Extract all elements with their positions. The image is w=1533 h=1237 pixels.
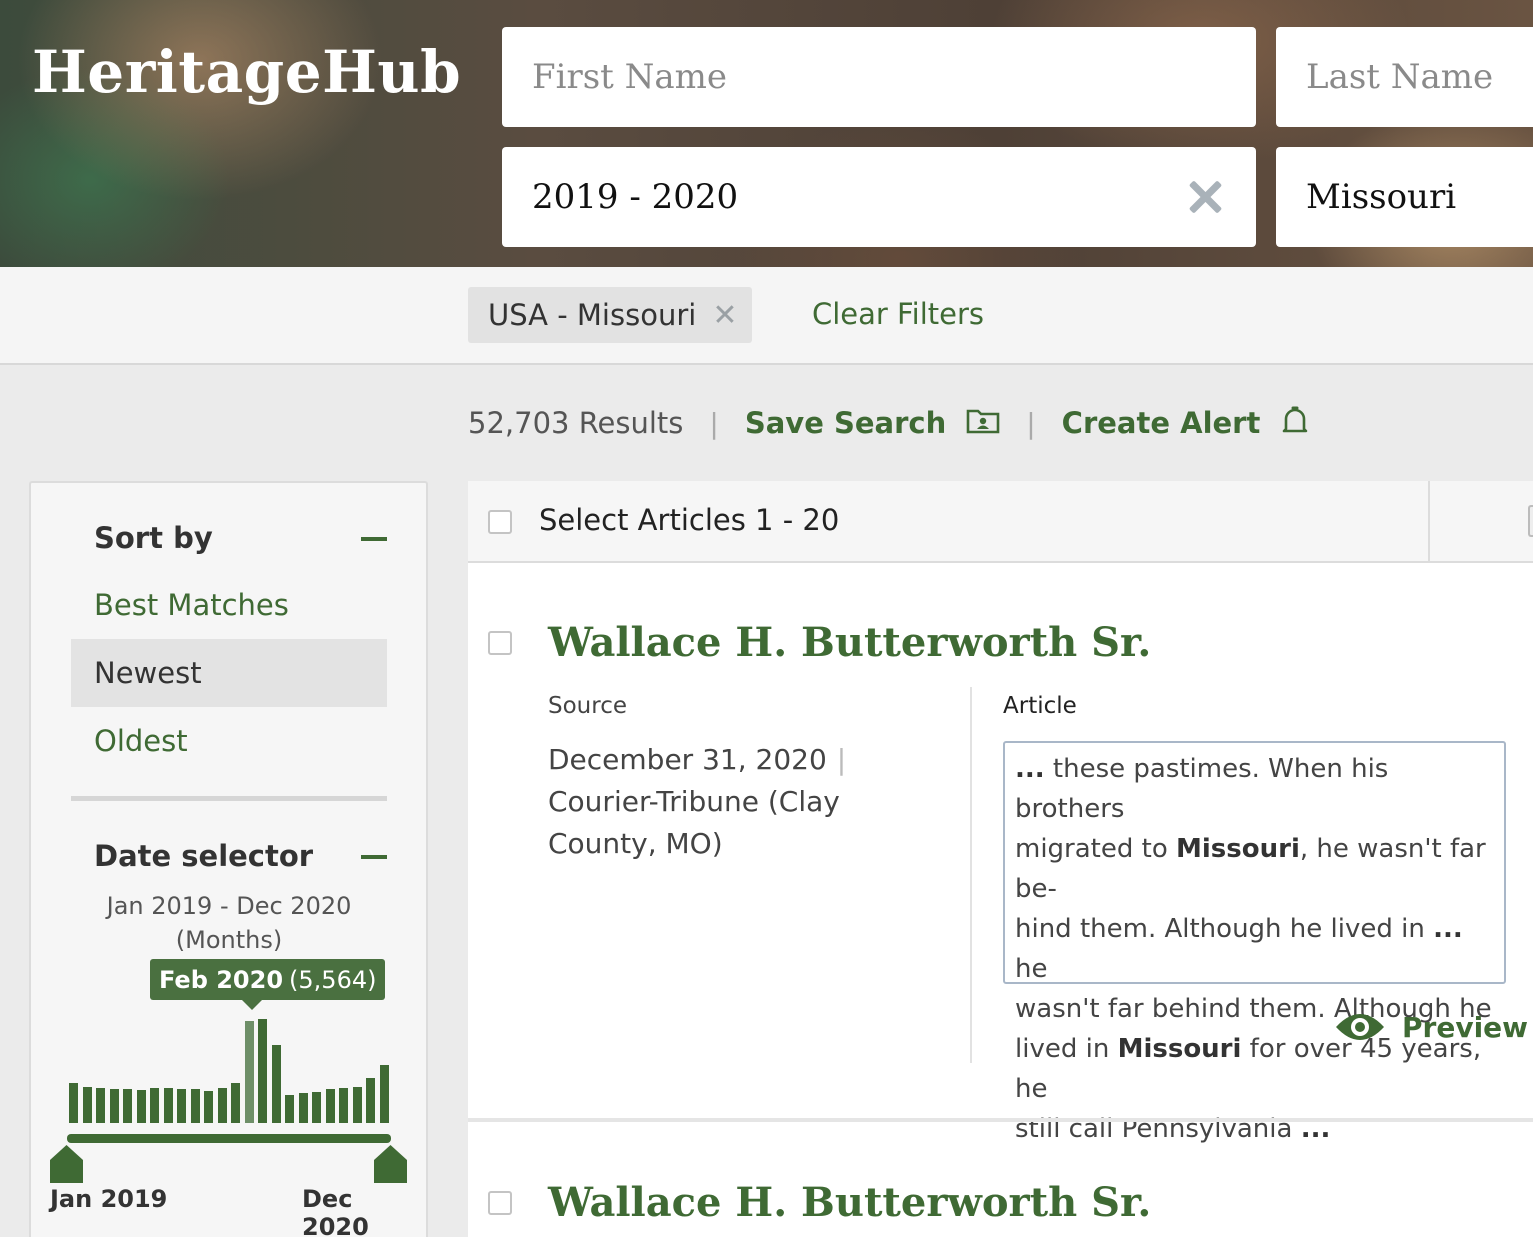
- result-checkbox[interactable]: [488, 631, 512, 655]
- create-alert-link[interactable]: Create Alert: [1062, 406, 1261, 440]
- sort-option-oldest[interactable]: Oldest: [71, 707, 387, 775]
- date-range-text: Jan 2019 - Dec 2020: [106, 892, 352, 920]
- clear-date-icon[interactable]: [1186, 177, 1226, 217]
- results-toolbar: 52,703 Results | Save Search | Create Al…: [468, 400, 1310, 446]
- histogram-bar[interactable]: [258, 1019, 267, 1123]
- tooltip-month: Feb 2020: [159, 965, 284, 994]
- last-name-input[interactable]: [1306, 57, 1533, 97]
- article-snippet: ... these pastimes. When his brothers mi…: [1003, 741, 1506, 1144]
- histogram-bar[interactable]: [150, 1088, 159, 1123]
- histogram-bar[interactable]: [271, 1045, 281, 1123]
- collapse-sort-icon[interactable]: [361, 537, 387, 541]
- view-toggle-button[interactable]: [1528, 505, 1533, 537]
- histogram-bar[interactable]: [136, 1090, 146, 1123]
- select-articles-label: Select Articles 1 - 20: [539, 503, 840, 537]
- slider-start-label: Jan 2019: [50, 1185, 168, 1213]
- date-slider-track[interactable]: [67, 1134, 391, 1143]
- save-search-link[interactable]: Save Search: [745, 406, 946, 440]
- snippet-line: ... these pastimes. When his brothers: [1015, 754, 1389, 824]
- result-title[interactable]: Wallace H. Butterworth Sr.: [548, 1179, 1151, 1226]
- slider-end-label: Dec 2020: [302, 1185, 369, 1237]
- histogram-bar[interactable]: [69, 1083, 78, 1123]
- first-name-field[interactable]: [502, 27, 1256, 127]
- select-all-checkbox[interactable]: [488, 510, 512, 534]
- bell-icon[interactable]: [1280, 404, 1310, 443]
- search-header: HeritageHub: [0, 0, 1533, 267]
- last-name-field[interactable]: [1276, 27, 1533, 127]
- date-histogram[interactable]: [69, 1019, 391, 1123]
- histogram-bar[interactable]: [123, 1089, 132, 1123]
- date-range-input[interactable]: [532, 177, 1256, 217]
- histogram-bar[interactable]: [285, 1095, 294, 1123]
- date-range-field[interactable]: [502, 147, 1256, 247]
- preview-label: Preview: [1402, 1010, 1529, 1044]
- date-selector-heading: Date selector: [94, 839, 314, 873]
- header-divider: [1428, 481, 1430, 563]
- date-range-unit: (Months): [175, 926, 283, 954]
- filter-sidebar: Sort by Best Matches Newest Oldest Date …: [29, 481, 428, 1237]
- toolbar-separator: |: [1026, 406, 1036, 440]
- source-column-label: Source: [548, 693, 627, 719]
- first-name-input[interactable]: [532, 57, 1256, 97]
- result-checkbox[interactable]: [488, 1191, 512, 1215]
- histogram-bar[interactable]: [312, 1092, 321, 1123]
- snippet-line: hind them. Although he lived in ... he: [1015, 909, 1494, 989]
- eye-icon: [1336, 1014, 1384, 1040]
- histogram-bar[interactable]: [339, 1088, 348, 1123]
- results-panel: Select Articles 1 - 20 Wallace H. Butter…: [468, 481, 1533, 1237]
- histogram-bar[interactable]: [366, 1078, 375, 1123]
- location-input[interactable]: [1306, 177, 1533, 217]
- sort-option-newest[interactable]: Newest: [71, 639, 387, 707]
- snippet-text: these pastimes. When his brothers: [1015, 754, 1389, 824]
- sort-by-heading: Sort by: [94, 521, 213, 555]
- source-details: December 31, 2020 | Courier-Tribune (Clay…: [548, 739, 858, 865]
- histogram-bar[interactable]: [177, 1089, 186, 1123]
- clear-filters-link[interactable]: Clear Filters: [812, 297, 984, 331]
- histogram-bar[interactable]: [96, 1088, 105, 1123]
- date-range-summary: Jan 2019 - Dec 2020 (Months): [71, 889, 387, 957]
- folder-person-icon[interactable]: [966, 406, 1000, 441]
- result-divider: [468, 1118, 1533, 1122]
- histogram-bar[interactable]: [163, 1088, 173, 1123]
- histogram-bar[interactable]: [244, 1021, 254, 1123]
- filter-chip: USA - Missouri ✕: [468, 287, 752, 343]
- histogram-bar[interactable]: [217, 1088, 227, 1123]
- sort-option-best-matches[interactable]: Best Matches: [71, 571, 387, 639]
- article-column-label: Article: [1003, 693, 1077, 719]
- location-field[interactable]: [1276, 147, 1533, 247]
- histogram-bar[interactable]: [204, 1091, 213, 1123]
- collapse-date-icon[interactable]: [361, 855, 387, 859]
- logo[interactable]: HeritageHub: [32, 38, 461, 106]
- snippet-line: still call Pennsylvania ...: [1015, 1109, 1494, 1149]
- snippet-text: hind them. Although he lived in ... he: [1015, 914, 1463, 984]
- toolbar-separator: |: [709, 406, 719, 440]
- preview-button[interactable]: Preview: [1334, 1009, 1528, 1045]
- histogram-bar[interactable]: [231, 1083, 240, 1123]
- snippet-text: migrated to Missouri, he wasn't far be-: [1015, 834, 1486, 904]
- result-publication: Courier-Tribune (Clay County, MO): [548, 785, 840, 860]
- histogram-bar[interactable]: [352, 1087, 362, 1123]
- results-count: 52,703 Results: [468, 406, 684, 440]
- histogram-bar[interactable]: [109, 1089, 119, 1123]
- sidebar-divider: [71, 796, 387, 801]
- result-title[interactable]: Wallace H. Butterworth Sr.: [548, 619, 1151, 666]
- source-separator: |: [836, 743, 847, 776]
- remove-filter-icon[interactable]: ✕: [712, 298, 737, 333]
- slider-start-handle[interactable]: [50, 1145, 83, 1183]
- filter-chip-label: USA - Missouri: [488, 298, 697, 332]
- histogram-bar[interactable]: [298, 1093, 308, 1123]
- histogram-bar[interactable]: [379, 1065, 389, 1123]
- histogram-bar[interactable]: [190, 1089, 200, 1123]
- result-date: December 31, 2020: [548, 743, 827, 776]
- column-divider: [970, 687, 972, 1063]
- active-filters-bar: USA - Missouri ✕ Clear Filters: [0, 267, 1533, 365]
- histogram-bar[interactable]: [325, 1089, 335, 1123]
- snippet-line: migrated to Missouri, he wasn't far be-: [1015, 829, 1494, 909]
- results-header: Select Articles 1 - 20: [468, 481, 1533, 563]
- histogram-tooltip: Feb 2020 (5,564): [150, 959, 386, 1010]
- tooltip-count: (5,564): [289, 965, 377, 994]
- histogram-bar[interactable]: [82, 1087, 92, 1123]
- slider-end-handle[interactable]: [374, 1145, 407, 1183]
